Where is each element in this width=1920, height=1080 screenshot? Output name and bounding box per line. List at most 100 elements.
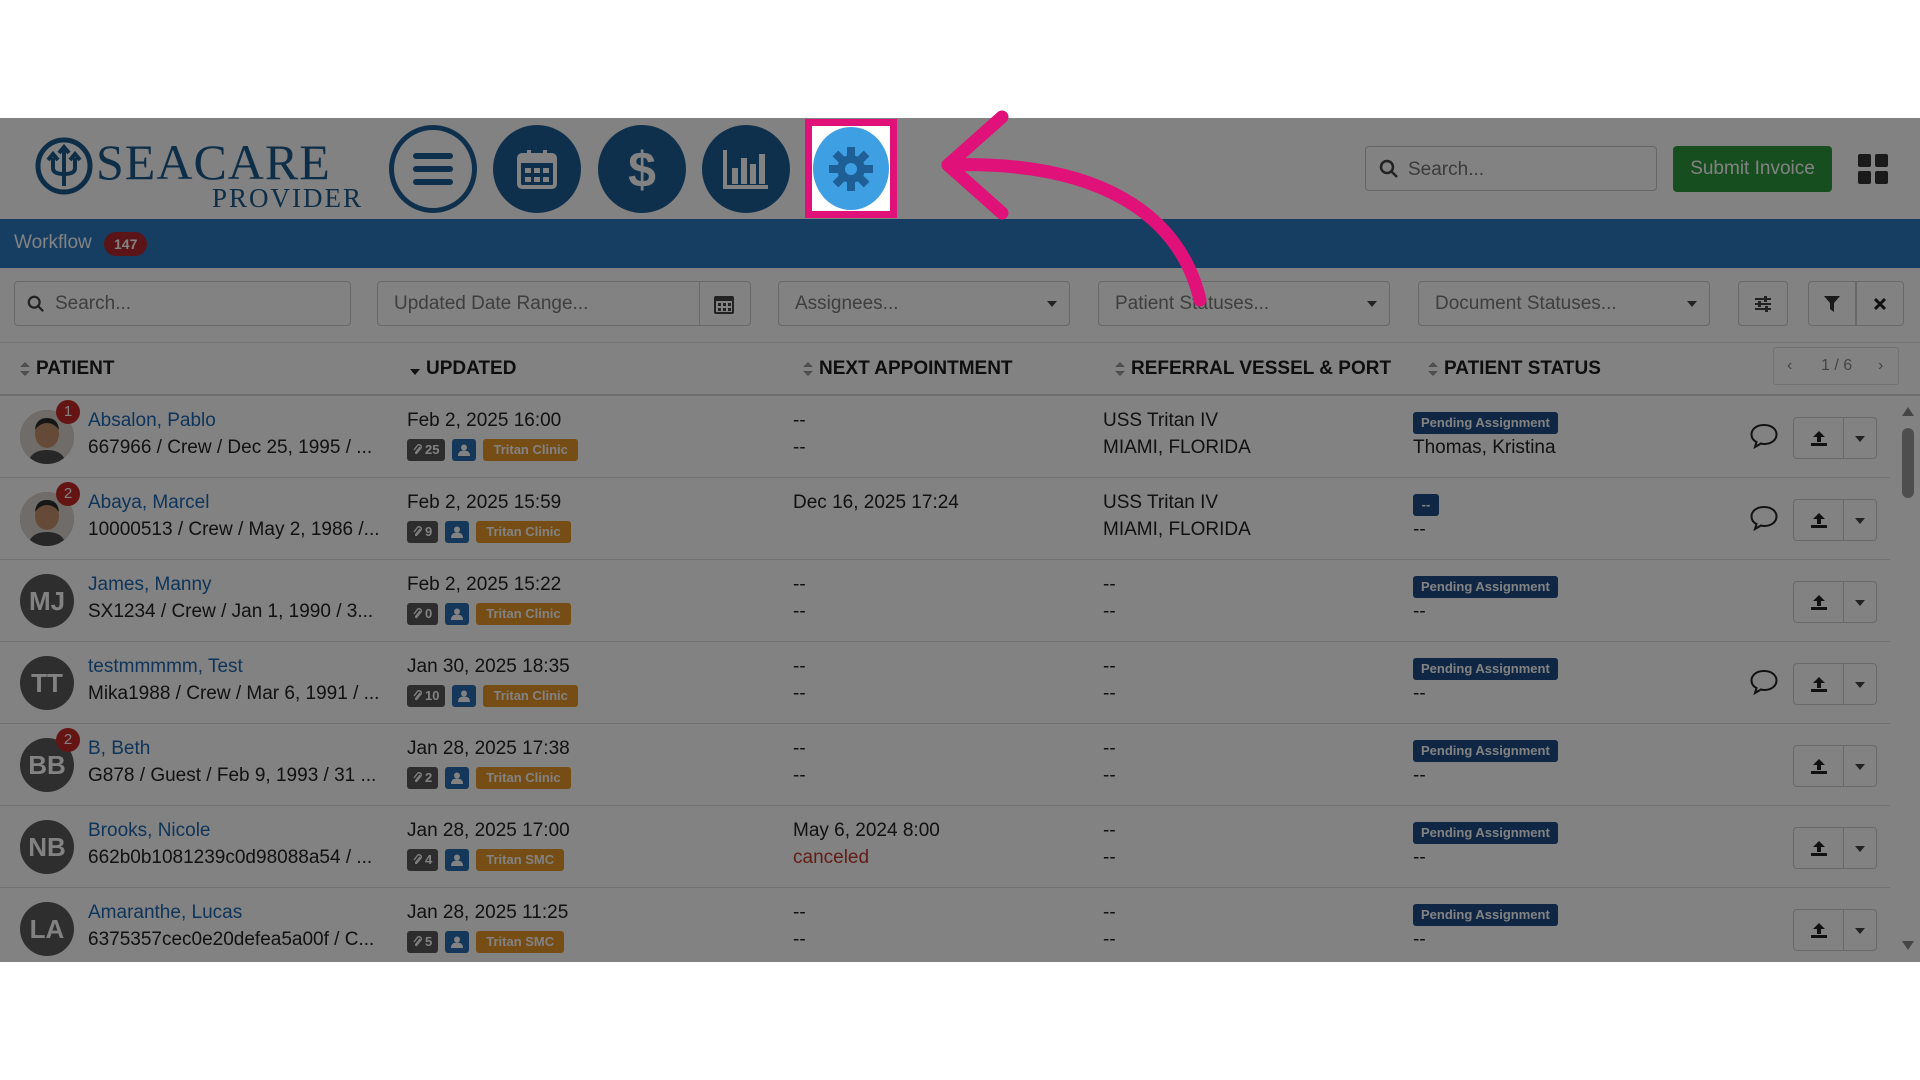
upload-button[interactable]	[1793, 417, 1843, 459]
col-header-next-appointment[interactable]: NEXT APPOINTMENT	[803, 358, 1013, 380]
chevron-down-icon	[1855, 846, 1865, 852]
upload-button[interactable]	[1793, 499, 1843, 541]
workflow-tab[interactable]: Workflow	[14, 232, 92, 254]
nav-reports-button[interactable]	[702, 125, 790, 213]
assignee-badge[interactable]	[452, 439, 477, 461]
row-actions-dropdown[interactable]	[1843, 663, 1877, 705]
nav-menu-button[interactable]	[389, 125, 477, 213]
apply-filter-button[interactable]	[1808, 281, 1856, 326]
upload-icon	[1810, 513, 1827, 528]
pager-prev-button[interactable]: ‹	[1787, 357, 1792, 375]
calendar-icon[interactable]	[714, 294, 734, 314]
apps-grid-icon[interactable]	[1858, 154, 1888, 184]
upload-button[interactable]	[1793, 663, 1843, 705]
global-search-input[interactable]	[1406, 147, 1650, 192]
updated-date: Feb 2, 2025 16:00	[407, 410, 562, 431]
assignee-name: --	[1413, 847, 1426, 868]
clinic-badge: Tritan Clinic	[476, 767, 571, 789]
attachment-count-badge[interactable]: 25	[407, 439, 446, 461]
attachment-count-badge[interactable]: 4	[407, 849, 439, 871]
paperclip-icon	[413, 936, 422, 947]
referral-vessel: --	[1103, 820, 1116, 841]
filter-search-input[interactable]: Search...	[14, 281, 351, 326]
comments-button[interactable]	[1750, 505, 1778, 536]
nav-calendar-button[interactable]	[493, 125, 581, 213]
row-tags: 0 Tritan Clinic	[407, 603, 571, 625]
user-icon	[458, 690, 471, 702]
next-appointment-detail: canceled	[793, 847, 870, 868]
paperclip-icon	[413, 854, 422, 865]
filter-options-button[interactable]	[1738, 281, 1788, 326]
patient-name-link[interactable]: James, Manny	[88, 574, 212, 596]
comment-icon[interactable]	[1750, 423, 1778, 450]
table-row[interactable]: 1 Absalon, Pablo 667966 / Crew / Dec 25, 1…	[0, 396, 1890, 478]
submit-invoice-button[interactable]: Submit Invoice	[1673, 146, 1832, 192]
calendar-icon	[517, 150, 557, 189]
document-status-select[interactable]: Document Statuses...	[1418, 281, 1710, 326]
attachment-count-badge[interactable]: 0	[407, 603, 439, 625]
date-range-filter[interactable]: Updated Date Range...	[377, 281, 751, 326]
sliders-icon	[1755, 295, 1771, 312]
next-appointment: --	[793, 656, 806, 677]
pager-next-button[interactable]: ›	[1878, 357, 1883, 375]
assignee-badge[interactable]	[445, 603, 470, 625]
attachment-count-badge[interactable]: 9	[407, 521, 439, 543]
table-row[interactable]: BB 2 B, Beth G878 / Guest / Feb 9, 1993 / 3…	[0, 724, 1890, 806]
assignee-badge[interactable]	[445, 849, 470, 871]
row-actions-dropdown[interactable]	[1843, 499, 1877, 541]
row-actions-dropdown[interactable]	[1843, 745, 1877, 787]
col-header-patient[interactable]: PATIENT	[20, 358, 114, 380]
table-row[interactable]: 2 Abaya, Marcel 10000513 / Crew / May 2, 1…	[0, 478, 1890, 560]
row-actions-dropdown[interactable]	[1843, 417, 1877, 459]
row-actions-dropdown[interactable]	[1843, 581, 1877, 623]
attachment-count-badge[interactable]: 5	[407, 931, 439, 953]
col-header-patient-status[interactable]: PATIENT STATUS	[1428, 358, 1601, 380]
assignee-name: Thomas, Kristina	[1413, 437, 1556, 458]
chevron-down-icon	[1855, 928, 1865, 934]
row-actions-dropdown[interactable]	[1843, 827, 1877, 869]
status-badge: Pending Assignment	[1413, 412, 1558, 434]
scrollbar-thumb[interactable]	[1902, 428, 1914, 498]
assignee-name: --	[1413, 601, 1426, 622]
global-search-box[interactable]	[1365, 146, 1657, 192]
attachment-count-badge[interactable]: 10	[407, 685, 446, 707]
upload-button[interactable]	[1793, 745, 1843, 787]
referral-port: MIAMI, FLORIDA	[1103, 437, 1251, 458]
comment-icon[interactable]	[1750, 669, 1778, 696]
assignee-badge[interactable]	[445, 931, 470, 953]
nav-billing-button[interactable]: $	[598, 125, 686, 213]
scroll-up-arrow[interactable]	[1902, 407, 1914, 416]
assignee-badge[interactable]	[445, 767, 470, 789]
nav-settings-button[interactable]	[813, 127, 889, 210]
patient-name-link[interactable]: testmmmmm, Test	[88, 656, 243, 678]
attachment-count-badge[interactable]: 2	[407, 767, 439, 789]
attachment-count: 10	[425, 688, 440, 703]
patient-name-link[interactable]: Abaya, Marcel	[88, 492, 209, 514]
table-row[interactable]: TT testmmmmm, Test Mika1988 / Crew / Mar 6…	[0, 642, 1890, 724]
patient-name-link[interactable]: B, Beth	[88, 738, 150, 760]
upload-button[interactable]	[1793, 909, 1843, 951]
assignee-badge[interactable]	[452, 685, 477, 707]
upload-button[interactable]	[1793, 827, 1843, 869]
table-row[interactable]: MJ James, Manny SX1234 / Crew / Jan 1, 199…	[0, 560, 1890, 642]
paperclip-icon	[413, 526, 422, 537]
chevron-down-icon	[1855, 600, 1865, 606]
seacare-logo[interactable]: SEACARE PROVIDER	[34, 130, 364, 212]
patient-name-link[interactable]: Brooks, Nicole	[88, 820, 211, 842]
assignee-badge[interactable]	[445, 521, 470, 543]
scroll-down-arrow[interactable]	[1902, 941, 1914, 950]
next-appointment: --	[793, 574, 806, 595]
workflow-count-badge: 147	[104, 232, 148, 256]
table-row[interactable]: NB Brooks, Nicole 662b0b1081239c0d98088a54…	[0, 806, 1890, 888]
comments-button[interactable]	[1750, 669, 1778, 700]
comments-button[interactable]	[1750, 423, 1778, 454]
upload-button[interactable]	[1793, 581, 1843, 623]
table-row[interactable]: LA Amaranthe, Lucas 6375357cec0e20defea5a0…	[0, 888, 1890, 962]
col-header-referral[interactable]: REFERRAL VESSEL & PORT	[1115, 358, 1391, 380]
col-header-updated[interactable]: UPDATED	[410, 358, 516, 380]
patient-name-link[interactable]: Amaranthe, Lucas	[88, 902, 242, 924]
comment-icon[interactable]	[1750, 505, 1778, 532]
clear-filter-button[interactable]	[1856, 281, 1904, 326]
patient-name-link[interactable]: Absalon, Pablo	[88, 410, 216, 432]
row-actions-dropdown[interactable]	[1843, 909, 1877, 951]
